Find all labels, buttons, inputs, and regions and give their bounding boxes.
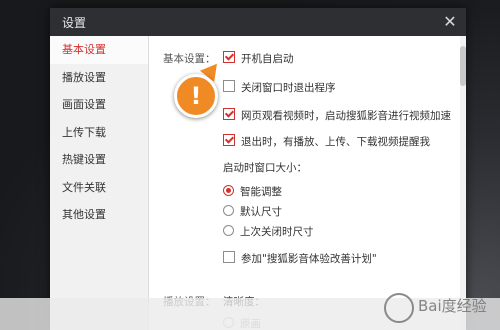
- sidebar-item-transfer[interactable]: 上传下载: [50, 119, 148, 147]
- accelerate-label: 网页观看视频时，启动搜狐影音进行视频加速: [241, 110, 451, 122]
- sidebar-item-basic[interactable]: 基本设置: [50, 36, 148, 64]
- size-option-default[interactable]: 默认尺寸: [223, 204, 282, 220]
- settings-sidebar: 基本设置 播放设置 画面设置 上传下载 热键设置 文件关联 其他设置: [50, 36, 149, 330]
- default-size-radio[interactable]: [223, 205, 234, 216]
- title-bar: 设置 ✕: [50, 8, 466, 36]
- improve-checkbox[interactable]: [223, 251, 235, 263]
- remind-option[interactable]: 退出时，有播放、上传、下载视频提醒我: [223, 134, 430, 150]
- window-title: 设置: [62, 16, 87, 30]
- size-option-last[interactable]: 上次关闭时尺寸: [223, 224, 314, 240]
- exit-on-close-checkbox[interactable]: [223, 80, 235, 92]
- sidebar-item-label: 上传下载: [62, 125, 106, 139]
- autostart-checkbox[interactable]: [223, 51, 235, 63]
- exit-on-close-option[interactable]: 关闭窗口时退出程序: [223, 80, 336, 96]
- sidebar-item-label: 其他设置: [62, 208, 106, 221]
- improve-label: 参加"搜狐影音体验改善计划": [241, 253, 377, 265]
- accelerate-checkbox[interactable]: [223, 108, 235, 120]
- watermark-text: Bai度经验: [418, 297, 487, 315]
- sidebar-item-label: 播放设置: [62, 70, 106, 84]
- scrollbar-thumb[interactable]: [460, 46, 466, 86]
- improve-option[interactable]: 参加"搜狐影音体验改善计划": [223, 251, 377, 267]
- sidebar-item-playback[interactable]: 播放设置: [50, 64, 148, 92]
- sidebar-item-file-assoc[interactable]: 文件关联: [50, 174, 148, 202]
- exclamation-mark: !: [190, 82, 202, 110]
- smart-size-radio[interactable]: [223, 185, 234, 196]
- sidebar-item-hotkeys[interactable]: 热键设置: [50, 146, 148, 174]
- close-button[interactable]: ✕: [438, 10, 462, 34]
- watermark: Bai度经验: [384, 286, 496, 326]
- sidebar-item-label: 基本设置: [62, 43, 106, 56]
- accelerate-option[interactable]: 网页观看视频时，启动搜狐影音进行视频加速: [223, 108, 451, 124]
- remind-label: 退出时，有播放、上传、下载视频提醒我: [241, 136, 430, 148]
- sidebar-item-display[interactable]: 画面设置: [50, 91, 148, 119]
- autostart-label: 开机自启动: [241, 53, 294, 65]
- startup-size-label: 启动时窗口大小：: [223, 162, 307, 174]
- settings-dialog: 设置 ✕ 基本设置 播放设置 画面设置 上传下载 热键设置 文件关联 其他设置 …: [50, 8, 466, 330]
- last-size-label: 上次关闭时尺寸: [240, 226, 314, 238]
- remind-checkbox[interactable]: [223, 134, 235, 146]
- exit-on-close-label: 关闭窗口时退出程序: [241, 82, 336, 94]
- last-size-radio[interactable]: [223, 225, 234, 236]
- sidebar-item-label: 画面设置: [62, 98, 106, 111]
- sidebar-item-label: 文件关联: [62, 180, 106, 194]
- size-option-smart[interactable]: 智能调整: [223, 184, 282, 200]
- sidebar-item-label: 热键设置: [62, 153, 106, 166]
- default-size-label: 默认尺寸: [240, 206, 282, 218]
- sidebar-item-other[interactable]: 其他设置: [50, 201, 148, 229]
- warning-callout-icon: !: [174, 74, 218, 118]
- paw-logo-icon: [384, 293, 414, 323]
- smart-size-label: 智能调整: [240, 186, 282, 198]
- autostart-option[interactable]: 开机自启动: [223, 51, 294, 67]
